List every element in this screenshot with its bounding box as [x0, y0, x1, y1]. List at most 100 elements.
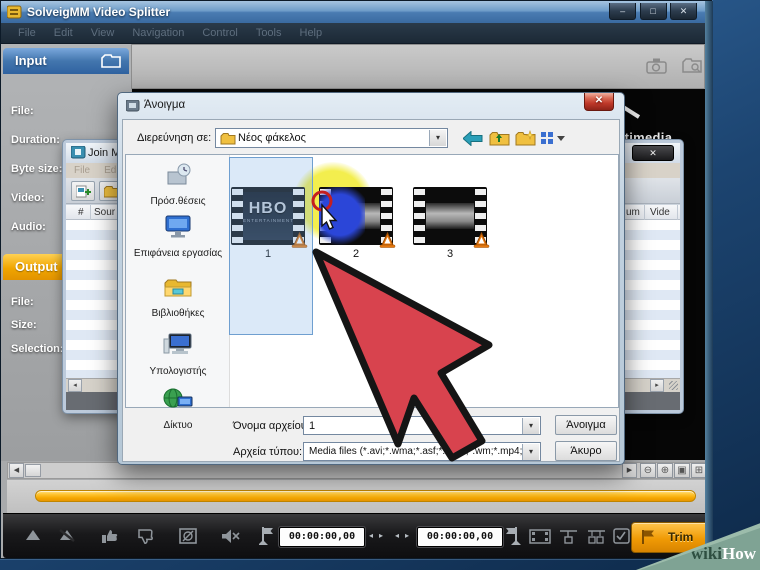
vlc-cone-icon: [473, 232, 490, 248]
input-section-header[interactable]: Input: [3, 48, 129, 74]
place-computer[interactable]: Υπολογιστής: [126, 331, 230, 377]
menu-view[interactable]: View: [82, 27, 124, 39]
file-name-value: 1: [309, 420, 315, 432]
file-type-dropdown-arrow[interactable]: ▾: [522, 444, 539, 460]
resize-grip[interactable]: [669, 381, 678, 390]
scroll-left-button[interactable]: ◀: [9, 463, 24, 478]
start-time-field[interactable]: 00:00:00,00: [279, 527, 365, 547]
open-button[interactable]: Άνοιγμα: [555, 415, 617, 435]
join-menu-file[interactable]: File: [74, 165, 90, 176]
desktop-icon: [161, 213, 195, 241]
recent-places-icon: [161, 161, 195, 189]
selection-marquee: [229, 157, 313, 335]
video-thumbnail[interactable]: [413, 187, 487, 245]
column-source[interactable]: Sour: [94, 207, 115, 218]
thumbs-up-icon[interactable]: [101, 528, 119, 544]
zoom-selection-icon[interactable]: ▣: [674, 463, 690, 478]
libraries-icon: [161, 275, 195, 301]
output-selection-label: Selection:: [11, 343, 64, 355]
end-time-decrement[interactable]: ◂: [395, 531, 399, 540]
file-name-dropdown-arrow[interactable]: ▾: [522, 418, 539, 434]
start-marker-flag-icon[interactable]: [259, 526, 275, 546]
menu-control[interactable]: Control: [193, 27, 246, 39]
join-scroll-right-button[interactable]: ▸: [650, 379, 664, 392]
join-close-button[interactable]: ✕: [632, 145, 674, 161]
column-number[interactable]: #: [78, 207, 84, 218]
folder-search-icon[interactable]: [682, 58, 703, 75]
up-folder-icon[interactable]: [489, 130, 510, 146]
output-file-label: File:: [11, 296, 34, 308]
file-name: 2: [319, 248, 393, 260]
end-time-increment[interactable]: ▸: [405, 531, 409, 540]
timeline-track[interactable]: [35, 490, 696, 502]
column-medium[interactable]: um: [626, 207, 640, 218]
look-in-combobox[interactable]: Νέος φάκελος ▾: [215, 128, 448, 148]
folder-icon: [220, 132, 236, 145]
app-title: SolveigMM Video Splitter: [27, 5, 170, 19]
dialog-close-button[interactable]: ✕: [584, 93, 614, 111]
back-icon[interactable]: [463, 131, 483, 146]
look-in-dropdown-arrow[interactable]: ▾: [429, 130, 446, 146]
menu-file[interactable]: File: [9, 27, 45, 39]
fragment-film-icon[interactable]: [529, 528, 551, 545]
scroll-right-button[interactable]: ▶: [622, 463, 637, 478]
menu-edit[interactable]: Edit: [45, 27, 82, 39]
desktop: SolveigMM Video Splitter – □ ✕ File Edit…: [0, 0, 760, 570]
new-folder-icon[interactable]: [515, 130, 536, 146]
join-window-icon: [71, 146, 86, 159]
maximize-button[interactable]: □: [640, 3, 667, 20]
thumbs-down-icon[interactable]: [137, 528, 155, 544]
input-duration-label: Duration:: [11, 134, 60, 146]
zoom-in-icon[interactable]: ⊕: [657, 463, 673, 478]
look-in-label: Διερεύνηση σε:: [137, 132, 211, 144]
remove-marker-icon[interactable]: [59, 528, 75, 542]
join-scroll-left-button[interactable]: ◂: [68, 379, 82, 392]
network-icon: [161, 387, 195, 413]
minimize-button[interactable]: –: [609, 3, 636, 20]
folder-icon: [101, 54, 121, 68]
open-file-dialog: Άνοιγμα ✕ Διερεύνηση σε: Νέος φάκελος ▾: [117, 92, 625, 465]
app-menubar: File Edit View Navigation Control Tools …: [1, 23, 711, 44]
snapshot-camera-icon[interactable]: [646, 57, 669, 75]
app-titlebar[interactable]: SolveigMM Video Splitter – □ ✕: [1, 1, 711, 23]
cursor-icon: [309, 189, 339, 233]
cut-begin-icon[interactable]: [559, 528, 579, 545]
places-bar: Πρόσ.θέσεις Επιφάνεια εργασίας: [126, 155, 230, 407]
task-list-icon[interactable]: [613, 528, 631, 545]
place-network[interactable]: Δίκτυο: [126, 387, 230, 431]
place-recent[interactable]: Πρόσ.θέσεις: [126, 161, 230, 207]
playback-control-bar: 00:00:00,00 ◂ ▸ ◂ ▸ 00:00:00,00: [3, 513, 710, 558]
start-time-decrement[interactable]: ◂: [369, 531, 373, 540]
place-libraries[interactable]: Βιβλιοθήκες: [126, 275, 230, 319]
add-file-button[interactable]: [71, 181, 95, 201]
menu-help[interactable]: Help: [291, 27, 332, 39]
views-icon[interactable]: [541, 131, 567, 145]
cancel-button[interactable]: Άκυρο: [555, 441, 617, 461]
add-marker-icon[interactable]: [25, 528, 41, 542]
scrollbar-thumb[interactable]: [25, 464, 41, 477]
close-button[interactable]: ✕: [670, 3, 697, 20]
menu-tools[interactable]: Tools: [247, 27, 291, 39]
menu-navigation[interactable]: Navigation: [123, 27, 193, 39]
look-in-value: Νέος φάκελος: [238, 132, 306, 144]
file-type-label: Αρχεία τύπου:: [233, 446, 302, 458]
cut-end-icon[interactable]: [587, 528, 607, 545]
end-time-field[interactable]: 00:00:00,00: [417, 527, 503, 547]
computer-icon: [161, 331, 195, 359]
place-desktop[interactable]: Επιφάνεια εργασίας: [126, 213, 230, 259]
file-name: 3: [413, 248, 487, 260]
column-video[interactable]: Vide: [650, 207, 670, 218]
file-type-combobox[interactable]: Media files (*.avi;*.wma;*.asf;*.wmv;*.w…: [303, 442, 541, 461]
dialog-icon: [126, 100, 140, 112]
input-video-label: Video:: [11, 192, 44, 204]
zoom-out-icon[interactable]: ⊖: [640, 463, 656, 478]
frame-preview-icon[interactable]: [179, 528, 198, 545]
start-time-increment[interactable]: ▸: [379, 531, 383, 540]
file-item-3[interactable]: 3: [413, 187, 487, 260]
trim-button-label: Trim: [668, 530, 693, 544]
end-marker-flag-icon[interactable]: [505, 526, 521, 546]
video-toolbar: [131, 44, 705, 89]
file-name-combobox[interactable]: 1 ▾: [303, 416, 541, 435]
file-name-label: Όνομα αρχείου:: [233, 420, 310, 432]
mute-icon[interactable]: [221, 528, 241, 545]
